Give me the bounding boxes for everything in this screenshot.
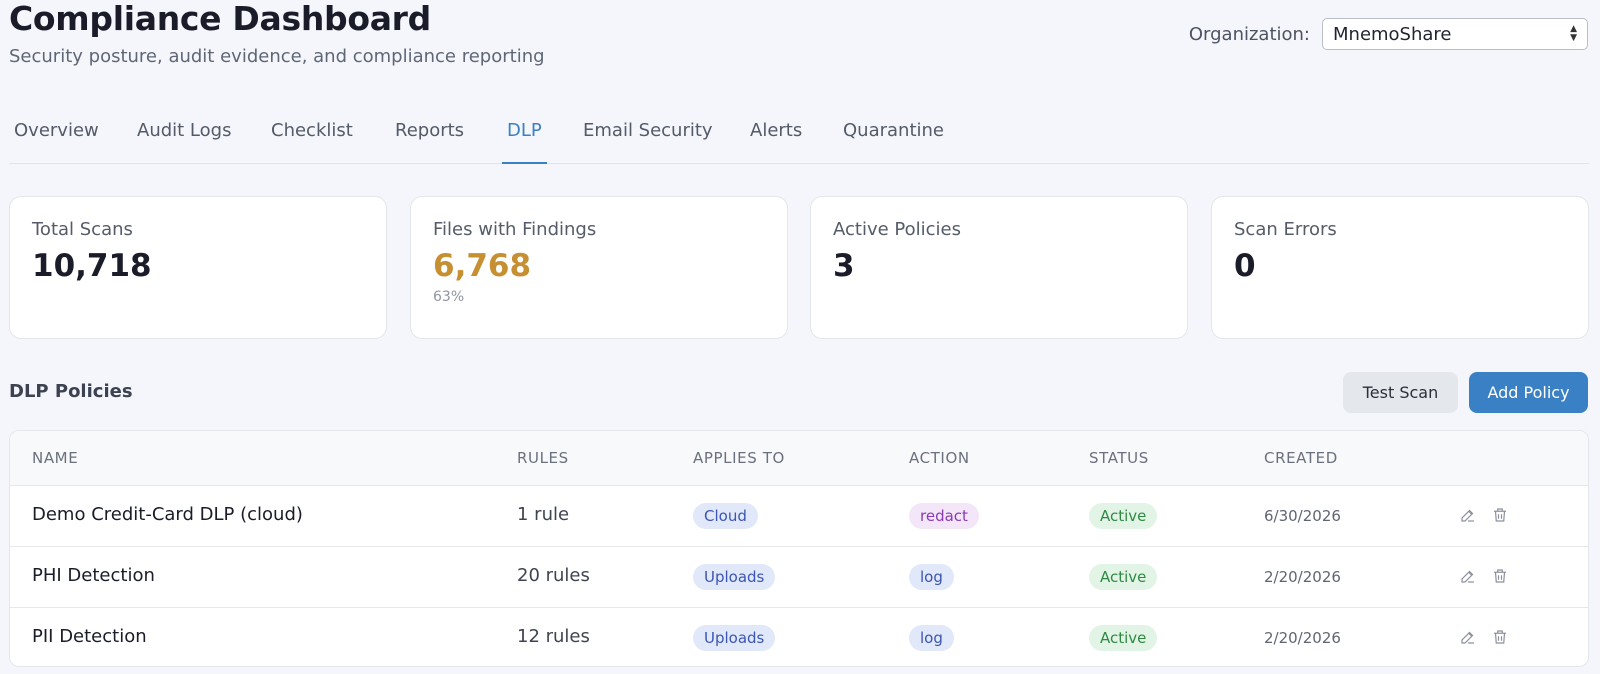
column-header-applies-to: APPLIES TO xyxy=(693,449,785,467)
tab-quarantine[interactable]: Quarantine xyxy=(843,120,944,164)
applies-to-badge: Uploads xyxy=(693,564,776,590)
column-header-rules: RULES xyxy=(517,449,569,467)
policy-name: Demo Credit-Card DLP (cloud) xyxy=(32,504,303,525)
stat-card-scan-errors: Scan Errors 0 xyxy=(1211,196,1589,339)
action-badge: redact xyxy=(909,503,979,529)
tab-dlp[interactable]: DLP xyxy=(502,120,547,164)
page-header: Compliance Dashboard Security posture, a… xyxy=(9,0,545,67)
trash-icon[interactable] xyxy=(1490,566,1510,586)
stat-value: 6,768 xyxy=(433,248,532,284)
status-badge: Active xyxy=(1089,625,1158,651)
action-badge: log xyxy=(909,564,954,590)
dlp-policies-table: NAME RULES APPLIES TO ACTION STATUS CREA… xyxy=(9,430,1589,667)
page-subtitle: Security posture, audit evidence, and co… xyxy=(9,46,545,67)
edit-icon[interactable] xyxy=(1458,566,1478,586)
stat-value: 10,718 xyxy=(32,248,152,284)
action-badge: log xyxy=(909,625,954,651)
trash-icon[interactable] xyxy=(1490,627,1510,647)
tab-audit-logs[interactable]: Audit Logs xyxy=(137,120,231,164)
edit-icon[interactable] xyxy=(1458,505,1478,525)
applies-to-badge: Uploads xyxy=(693,625,776,651)
page-title: Compliance Dashboard xyxy=(9,0,431,38)
table-header: NAME RULES APPLIES TO ACTION STATUS CREA… xyxy=(10,431,1588,486)
table-row[interactable]: PHI Detection 20 rules Uploads log Activ… xyxy=(10,547,1588,608)
stat-label: Files with Findings xyxy=(433,219,597,240)
stat-card-active-policies: Active Policies 3 xyxy=(810,196,1188,339)
stat-card-files-with-findings: Files with Findings 6,768 63% xyxy=(410,196,788,339)
chevron-updown-icon: ▲ ▼ xyxy=(1570,24,1577,43)
column-header-action: ACTION xyxy=(909,449,970,467)
policy-created-date: 2/20/2026 xyxy=(1264,629,1341,647)
policy-created-date: 2/20/2026 xyxy=(1264,568,1341,586)
column-header-created: CREATED xyxy=(1264,449,1338,467)
stat-card-total-scans: Total Scans 10,718 xyxy=(9,196,387,339)
tab-checklist[interactable]: Checklist xyxy=(271,120,353,164)
edit-icon[interactable] xyxy=(1458,627,1478,647)
policy-name: PHI Detection xyxy=(32,565,155,586)
tab-bar: Overview Audit Logs Checklist Reports DL… xyxy=(9,112,1589,164)
column-header-status: STATUS xyxy=(1089,449,1149,467)
stat-value: 3 xyxy=(833,248,855,284)
policy-rules: 12 rules xyxy=(517,626,590,647)
organization-label: Organization: xyxy=(1188,23,1310,45)
tab-alerts[interactable]: Alerts xyxy=(750,120,802,164)
stat-label: Total Scans xyxy=(32,219,133,240)
tab-email-security[interactable]: Email Security xyxy=(583,120,713,164)
column-header-name: NAME xyxy=(32,449,79,467)
organization-selected-value: MnemoShare xyxy=(1333,23,1452,45)
status-badge: Active xyxy=(1089,564,1158,590)
test-scan-button[interactable]: Test Scan xyxy=(1343,372,1458,413)
table-row[interactable]: Demo Credit-Card DLP (cloud) 1 rule Clou… xyxy=(10,486,1588,547)
stat-label: Active Policies xyxy=(833,219,961,240)
stat-value: 0 xyxy=(1234,248,1256,284)
stat-label: Scan Errors xyxy=(1234,219,1337,240)
add-policy-button[interactable]: Add Policy xyxy=(1469,372,1588,413)
organization-select[interactable]: MnemoShare ▲ ▼ xyxy=(1322,18,1588,50)
table-row[interactable]: PII Detection 12 rules Uploads log Activ… xyxy=(10,608,1588,666)
status-badge: Active xyxy=(1089,503,1158,529)
applies-to-badge: Cloud xyxy=(693,503,758,529)
policy-rules: 1 rule xyxy=(517,504,570,525)
section-title: DLP Policies xyxy=(9,381,133,402)
policy-rules: 20 rules xyxy=(517,565,590,586)
tab-overview[interactable]: Overview xyxy=(14,120,99,164)
trash-icon[interactable] xyxy=(1490,505,1510,525)
policy-name: PII Detection xyxy=(32,626,147,647)
stat-percentage: 63% xyxy=(433,289,465,305)
organization-picker: Organization: MnemoShare ▲ ▼ xyxy=(1189,18,1588,50)
policy-created-date: 6/30/2026 xyxy=(1264,507,1341,525)
tab-reports[interactable]: Reports xyxy=(395,120,464,164)
